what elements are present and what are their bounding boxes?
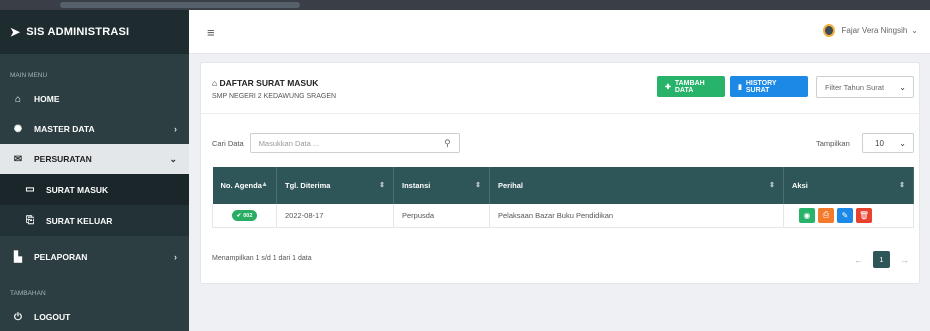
sidebar-item-logout[interactable]: ⏻ LOGOUT	[0, 302, 189, 331]
outbox-icon: ⎘	[26, 215, 34, 226]
chevron-down-icon: ⌄	[169, 153, 177, 164]
sidebar-item-pelaporan[interactable]: ▙ PELAPORAN ›	[0, 242, 189, 272]
user-name: Fajar Vera Ningsih	[841, 26, 908, 35]
sidebar-item-label: LOGOUT	[34, 312, 71, 322]
page-subtitle: SMP NEGERI 2 KEDAWUNG SRAGEN	[212, 93, 337, 100]
address-bar[interactable]	[60, 2, 300, 8]
user-menu[interactable]: Fajar Vera Ningsih ⌄	[823, 24, 918, 37]
mail-icon: ✉	[13, 153, 23, 165]
search-label: Cari Data	[212, 138, 244, 148]
agenda-badge: ✔ 002	[231, 210, 258, 221]
section-label-extra: TAMBAHAN	[10, 290, 46, 297]
printer-icon: ⎙	[822, 210, 830, 220]
avatar	[823, 24, 836, 37]
chevron-right-icon: ›	[174, 124, 177, 134]
sidebar-item-label: HOME	[34, 94, 60, 104]
cell-agenda: ✔ 002	[212, 204, 277, 228]
sort-icon: ⇕	[379, 182, 385, 189]
col-header-perihal[interactable]: Perihal ⇕	[489, 167, 784, 204]
card-header: ⌂ DAFTAR SURAT MASUK SMP NEGERI 2 KEDAWU…	[201, 63, 921, 114]
check-icon: ✔	[236, 212, 242, 219]
topbar: ≡ Fajar Vera Ningsih ⌄	[189, 10, 930, 54]
brand-label: SIS ADMINISTRASI	[26, 26, 130, 38]
sidebar-item-persuratan[interactable]: ✉ PERSURATAN ⌄	[0, 144, 189, 174]
search-input[interactable]: Masukkan Data ... ⚲	[249, 133, 460, 153]
pagination: ← 1 →	[854, 251, 909, 268]
home-icon: ⌂	[212, 78, 218, 88]
sidebar-item-label: MASTER DATA	[34, 124, 95, 134]
table-header-row: No. Agenda ▲ Tgl. Diterima ⇕ Instansi ⇕ Per…	[212, 167, 914, 204]
chevron-down-icon: ⌄	[899, 138, 906, 148]
trash-icon: 🗑	[858, 210, 870, 220]
page-title: ⌂ DAFTAR SURAT MASUK	[212, 78, 319, 88]
cell-actions: ◉ ⎙ ✎ 🗑	[783, 204, 914, 228]
brand[interactable]: ➤ SIS ADMINISTRASI	[0, 10, 189, 54]
add-data-button[interactable]: ✚ TAMBAH DATA	[657, 76, 725, 97]
edit-button[interactable]: ✎	[837, 207, 853, 223]
sidebar-item-home[interactable]: ⌂ HOME	[0, 84, 189, 114]
sidebar-item-master-data[interactable]: ✺ MASTER DATA ›	[0, 114, 189, 144]
sidebar-item-surat-keluar[interactable]: ⎘ SURAT KELUAR	[0, 205, 189, 236]
search-row: Cari Data Masukkan Data ... ⚲	[212, 133, 460, 153]
col-header-agenda[interactable]: No. Agenda ▲	[212, 167, 277, 204]
chevron-down-icon: ⌄	[911, 26, 918, 35]
sidebar-item-label: SURAT KELUAR	[46, 215, 113, 226]
plus-icon: ✚	[665, 83, 671, 91]
col-header-instansi[interactable]: Instansi ⇕	[393, 167, 490, 204]
delete-button[interactable]: 🗑	[856, 207, 872, 223]
print-button[interactable]: ⎙	[818, 207, 834, 223]
next-page-icon[interactable]: →	[900, 255, 909, 265]
section-label-main: MAIN MENU	[10, 72, 48, 79]
cell-perihal: Pelaksaan Bazar Buku Pendidikan	[489, 204, 784, 228]
power-icon: ⏻	[14, 311, 22, 323]
year-filter-select[interactable]: Filter Tahun Surat ⌄	[816, 76, 914, 98]
page-number[interactable]: 1	[873, 251, 890, 268]
hamburger-icon[interactable]: ≡	[207, 25, 215, 40]
gear-icon: ✺	[13, 123, 23, 135]
surat-table: No. Agenda ▲ Tgl. Diterima ⇕ Instansi ⇕ Per…	[212, 167, 914, 228]
inbox-icon: ▭	[25, 184, 35, 195]
surat-masuk-card: ⌂ DAFTAR SURAT MASUK SMP NEGERI 2 KEDAWU…	[200, 62, 921, 284]
sidebar-item-label: PERSURATAN	[34, 154, 92, 164]
chevron-right-icon: ›	[174, 252, 177, 262]
cell-instansi: Perpusda	[393, 204, 490, 228]
sidebar: ➤ SIS ADMINISTRASI MAIN MENU ⌂ HOME ✺ MA…	[0, 10, 189, 331]
table-info: Menampilkan 1 s/d 1 dari 1 data	[212, 255, 312, 262]
table-row: ✔ 002 2022-08-17 Perpusda Pelaksaan Baza…	[212, 204, 914, 228]
sort-asc-icon: ▲	[261, 181, 268, 188]
sidebar-item-surat-masuk[interactable]: ▭ SURAT MASUK	[0, 174, 189, 205]
sidebar-item-label: PELAPORAN	[34, 252, 88, 262]
page-length-select[interactable]: 10 ⌄	[862, 133, 914, 153]
chart-icon: ▙	[14, 251, 22, 263]
sort-icon: ⇕	[899, 182, 905, 189]
eye-icon: ◉	[803, 210, 811, 220]
sort-icon: ⇕	[769, 182, 775, 189]
home-icon: ⌂	[14, 93, 22, 105]
paper-plane-icon: ➤	[10, 25, 21, 39]
prev-page-icon[interactable]: ←	[854, 255, 863, 265]
bar-chart-icon: ▮	[738, 83, 742, 91]
sidebar-item-label: SURAT MASUK	[46, 184, 109, 195]
view-button[interactable]: ◉	[799, 207, 815, 223]
edit-icon: ✎	[841, 210, 849, 220]
history-button[interactable]: ▮ HISTORY SURAT	[730, 76, 808, 97]
page-length-label: Tampilkan	[816, 139, 850, 148]
chevron-down-icon: ⌄	[899, 82, 906, 92]
submenu-persuratan: ▭ SURAT MASUK ⎘ SURAT KELUAR	[0, 174, 189, 236]
sort-icon: ⇕	[475, 182, 481, 189]
search-icon[interactable]: ⚲	[444, 138, 451, 149]
cell-date: 2022-08-17	[276, 204, 394, 228]
browser-bar	[0, 0, 930, 10]
col-header-aksi[interactable]: Aksi ⇕	[783, 167, 914, 204]
col-header-date[interactable]: Tgl. Diterima ⇕	[276, 167, 394, 204]
